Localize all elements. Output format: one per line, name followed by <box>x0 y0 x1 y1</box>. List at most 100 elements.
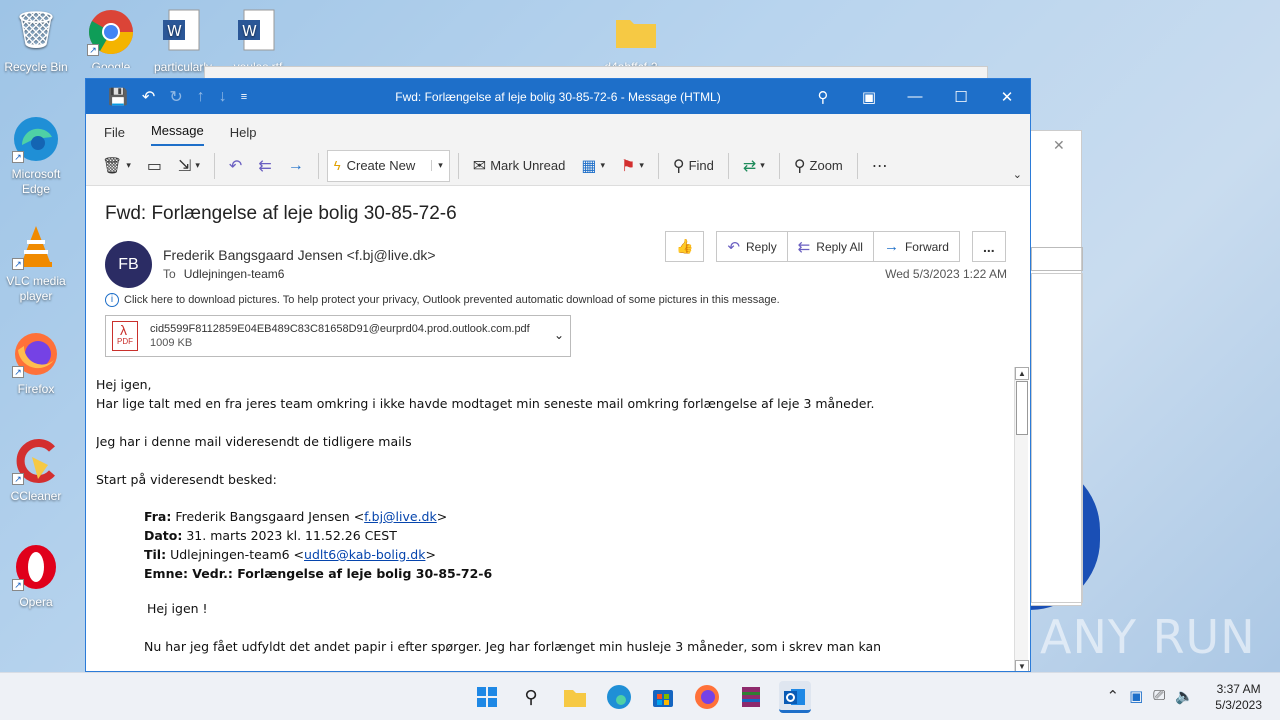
reply-button[interactable]: ↶ Reply <box>716 231 788 262</box>
create-new-button[interactable]: ϟ Create New ▾ <box>326 149 450 182</box>
outlook-tray-icon[interactable]: ▣ <box>1129 687 1143 705</box>
desktop-icon-opera[interactable]: ↗ Opera <box>0 543 72 610</box>
fwd-from-name: Frederik Bangsgaard Jensen < <box>175 509 365 524</box>
reply-all-button[interactable]: ⇇ Reply All <box>787 231 874 262</box>
lightning-icon: ϟ <box>333 158 341 173</box>
title-bar: 💾 ↶ ↻ ↑ ↓ ≡ Fwd: Forlængelse af leje bol… <box>86 79 1030 114</box>
start-icon[interactable] <box>471 681 503 713</box>
chevron-up-icon[interactable]: ⌃ <box>1107 687 1120 705</box>
more-actions-button[interactable]: ... <box>971 231 1006 262</box>
desktop-icon-chrome[interactable]: ↗ Google Chrome <box>75 8 147 68</box>
mark-unread-button[interactable]: ✉ Mark Unread <box>467 151 572 181</box>
body-line: Start på videresendt besked: <box>96 472 277 487</box>
attachment-size: 1009 KB <box>150 337 193 349</box>
desktop-icon-label: Recycle Bin <box>4 60 68 74</box>
fwd-date-label: Dato: <box>144 528 183 543</box>
zoom-button[interactable]: ⚲ Zoom <box>788 151 849 181</box>
reply-all-label: Reply All <box>816 239 863 254</box>
desktop-icon-youlas[interactable]: W youlas.rtf <box>222 8 294 74</box>
quote-greeting: Hej igen ! <box>147 601 208 616</box>
find-button[interactable]: ⚲ Find <box>667 151 720 181</box>
scrollbar-thumb[interactable] <box>1016 381 1028 435</box>
info-bar-text: Click here to download pictures. To help… <box>124 294 780 306</box>
outlook-message-window: 💾 ↶ ↻ ↑ ↓ ≡ Fwd: Forlængelse af leje bol… <box>85 78 1031 672</box>
reply-button[interactable]: ↶ <box>223 151 248 181</box>
message-subject: Fwd: Forlængelse af leje bolig 30-85-72-… <box>105 203 457 224</box>
desktop-icon-recycle-bin[interactable]: 🗑 Recycle Bin <box>0 8 72 75</box>
fwd-bracket: > <box>425 547 436 562</box>
desktop-icon-folder[interactable]: d4abffcf-2... <box>600 8 672 68</box>
search-icon: ⚲ <box>672 157 685 175</box>
menu-help[interactable]: Help <box>230 125 257 146</box>
reply-all-button[interactable]: ⇇ <box>252 151 277 181</box>
mark-unread-label: Mark Unread <box>490 158 566 173</box>
chevron-down-icon: ▾ <box>600 160 605 170</box>
ccleaner-icon: ↗ <box>12 437 60 485</box>
chevron-down-icon: ▾ <box>195 160 200 170</box>
chevron-down-icon[interactable]: ▾ <box>431 160 443 171</box>
scroll-down-icon[interactable]: ▼ <box>1015 660 1029 671</box>
desktop-icon-label: VLC media player <box>6 274 66 303</box>
volume-icon[interactable]: 🔈 <box>1175 687 1194 705</box>
desktop-icon-particularly[interactable]: W particularly <box>147 8 219 74</box>
move-button[interactable]: ⇲ ▾ <box>172 151 206 181</box>
create-new-label: Create New <box>346 158 416 173</box>
to-label: To <box>163 267 176 281</box>
scroll-up-icon[interactable]: ▲ <box>1015 367 1029 380</box>
fwd-to-link[interactable]: udlt6@kab-bolig.dk <box>304 547 425 562</box>
winrar-icon[interactable] <box>735 681 767 713</box>
menu-message[interactable]: Message <box>150 123 204 146</box>
background-dropdown[interactable] <box>1031 247 1083 271</box>
reply-all-icon: ⇇ <box>258 157 272 175</box>
delete-button[interactable]: 🗑 ▾ <box>96 151 137 181</box>
menu-file[interactable]: File <box>104 125 125 146</box>
firefox-icon[interactable] <box>691 681 723 713</box>
divider <box>856 152 858 179</box>
search-icon[interactable]: ⚲ <box>800 88 846 106</box>
forward-label: Forward <box>904 239 949 254</box>
fwd-date: 31. marts 2023 kl. 11.52.26 CEST <box>186 528 397 543</box>
close-icon[interactable]: ✕ <box>984 88 1030 106</box>
recipient[interactable]: Udlejningen-team6 <box>184 267 285 281</box>
categorize-icon: ▦ <box>581 157 597 175</box>
zoom-icon: ⚲ <box>793 157 806 175</box>
clock[interactable]: 3:37 AM 5/3/2023 <box>1215 681 1262 713</box>
minimize-icon[interactable]: — <box>892 88 938 105</box>
attachment[interactable]: PDF cid5599F8112859E04EB489C83C81658D91@… <box>105 310 571 357</box>
flag-button[interactable]: ⚑ ▾ <box>615 151 650 181</box>
archive-button[interactable]: ▭ <box>141 151 168 181</box>
desktop-icon-edge[interactable]: ↗ Microsoft Edge <box>0 115 72 197</box>
maximize-icon[interactable]: ☐ <box>938 88 984 106</box>
edge-icon[interactable] <box>603 681 635 713</box>
sender[interactable]: Frederik Bangsgaard Jensen <f.bj@live.dk… <box>163 247 436 263</box>
forward-button[interactable]: → Forward <box>873 231 960 262</box>
store-icon[interactable] <box>647 681 679 713</box>
file-explorer-icon[interactable] <box>559 681 591 713</box>
desktop-icon-vlc[interactable]: ↗ VLC media player <box>0 222 72 304</box>
ribbon-collapse-icon[interactable]: ⌄ <box>1013 168 1022 181</box>
forward-button[interactable]: → <box>282 151 310 181</box>
clock-date: 5/3/2023 <box>1215 698 1262 712</box>
scrollbar[interactable]: ▲ ▼ <box>1014 367 1029 671</box>
desktop-icon-ccleaner[interactable]: ↗ CCleaner <box>0 437 72 504</box>
info-bar[interactable]: i Click here to download pictures. To hel… <box>105 293 780 307</box>
fwd-from-link[interactable]: f.bj@live.dk <box>364 509 437 524</box>
chrome-icon: ↗ <box>87 8 135 56</box>
divider <box>317 152 319 179</box>
desktop-icon-firefox[interactable]: ↗ Firefox <box>0 330 72 397</box>
chevron-down-icon[interactable]: ⌄ <box>554 328 564 342</box>
more-commands-button[interactable]: ⋯ <box>866 151 894 181</box>
vlc-icon: ↗ <box>12 222 60 270</box>
ribbon-display-icon[interactable]: ▣ <box>846 88 892 106</box>
translate-button[interactable]: ⇄ ▾ <box>737 151 771 181</box>
like-button[interactable]: 👍 <box>665 231 705 262</box>
network-icon[interactable]: ⎚ <box>1153 687 1165 705</box>
outlook-icon[interactable] <box>779 681 811 713</box>
body-line: Jeg har i denne mail videresendt de tidl… <box>96 434 412 449</box>
message-actions: 👍 ↶ Reply ⇇ Reply All → Forward ... <box>665 231 1006 262</box>
clock-time: 3:37 AM <box>1216 682 1261 696</box>
close-icon[interactable]: ✕ <box>1053 137 1065 154</box>
categorize-button[interactable]: ▦ ▾ <box>575 151 611 181</box>
search-icon[interactable]: ⚲ <box>515 681 547 713</box>
chevron-down-icon: ▾ <box>639 160 644 170</box>
